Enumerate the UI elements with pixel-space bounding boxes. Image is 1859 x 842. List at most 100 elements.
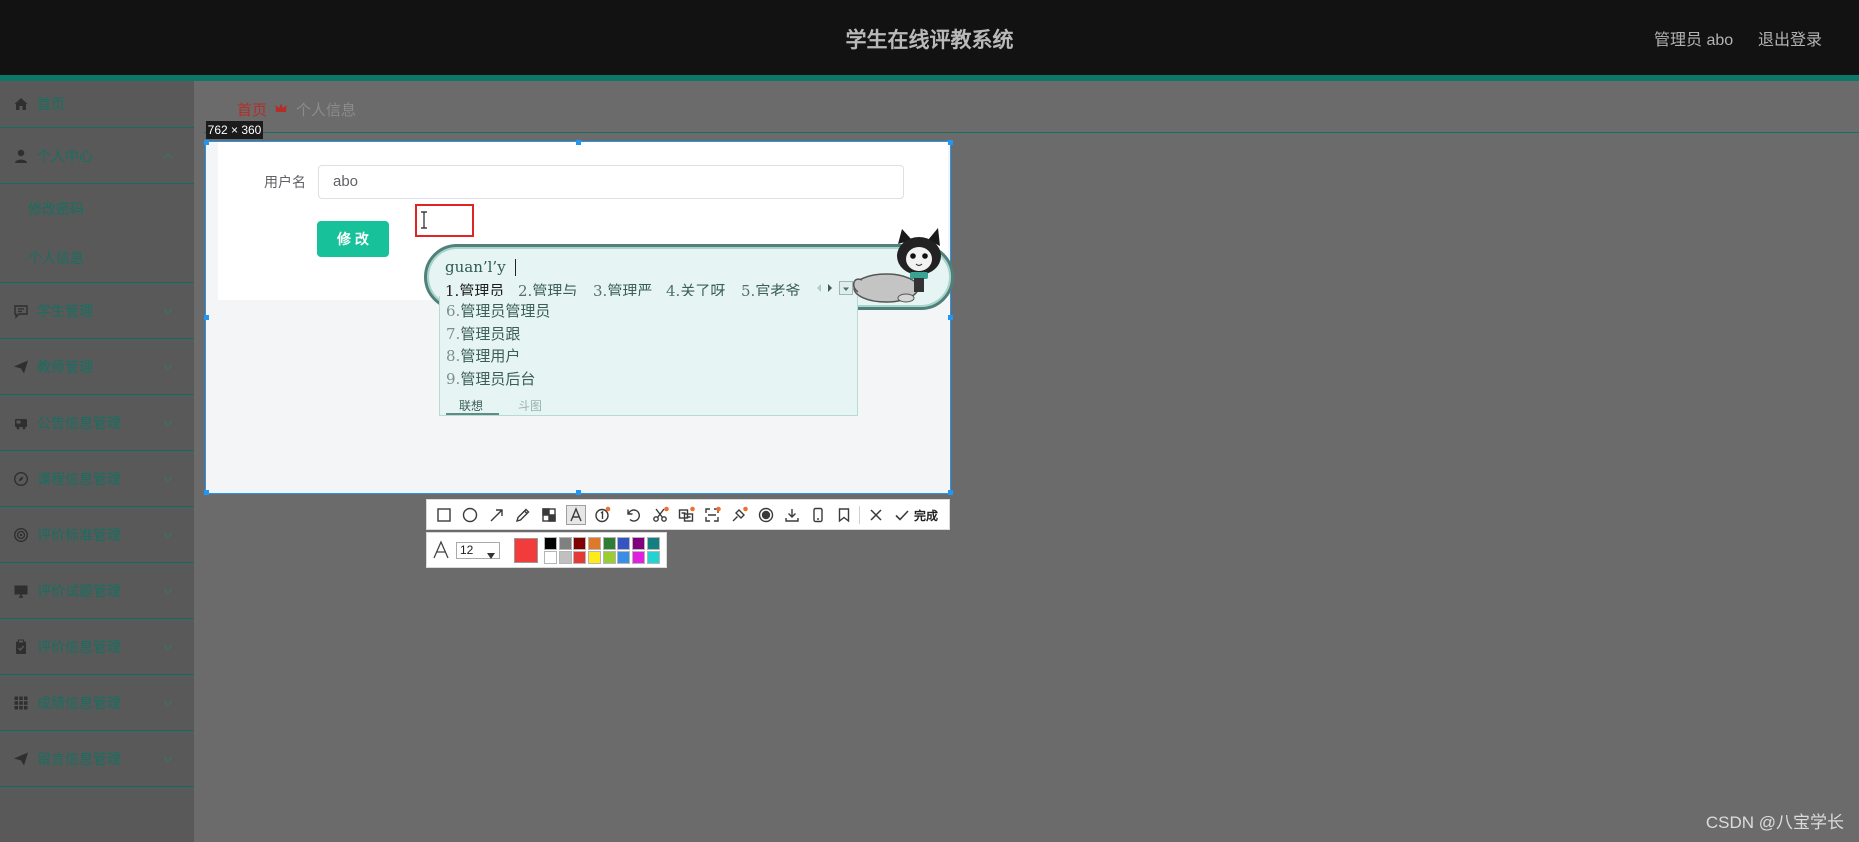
- color-swatch[interactable]: [646, 551, 660, 564]
- font-size-value: 12: [460, 543, 474, 557]
- submit-button[interactable]: 修 改: [317, 221, 389, 257]
- sidebar-item-label: 公告信息管理: [37, 414, 121, 431]
- arrow-icon[interactable]: [488, 506, 506, 524]
- done-button-label[interactable]: 完成: [914, 507, 938, 524]
- font-size-select[interactable]: 12: [456, 542, 500, 559]
- color-swatch[interactable]: [573, 551, 587, 564]
- prev-page-icon[interactable]: [814, 281, 824, 295]
- color-swatch[interactable]: [558, 551, 572, 564]
- sidebar-item-label: 教师管理: [37, 358, 93, 375]
- sidebar: 首页 个人中心 修改密码 个人信息 学生管理 教师管理 公告信息管理 课程信息管…: [0, 81, 194, 842]
- sidebar-item-courses[interactable]: 课程信息管理: [0, 451, 194, 507]
- color-swatch[interactable]: [573, 537, 587, 550]
- phone-icon[interactable]: [809, 506, 827, 524]
- active-tab-indicator: [446, 413, 499, 415]
- pin-icon[interactable]: [730, 506, 748, 524]
- record-icon[interactable]: [757, 506, 775, 524]
- ime-candidate[interactable]: 9.管理员后台: [440, 368, 857, 391]
- color-swatch[interactable]: [588, 551, 602, 564]
- chevron-down-icon: [162, 305, 174, 317]
- candidate-text: 管理员跟: [460, 325, 521, 343]
- ime-candidate[interactable]: 7.管理员跟: [440, 323, 857, 346]
- resize-handle[interactable]: [948, 490, 953, 495]
- resize-handle[interactable]: [576, 490, 581, 495]
- scan-icon[interactable]: [703, 506, 721, 524]
- ime-candidate[interactable]: 8.管理用户: [440, 345, 857, 368]
- number-icon[interactable]: [593, 506, 611, 524]
- personal-center-submenu: 修改密码 个人信息: [0, 184, 194, 283]
- logout-link[interactable]: 退出登录: [1758, 26, 1822, 50]
- ellipse-icon[interactable]: [461, 506, 479, 524]
- resize-handle[interactable]: [204, 140, 209, 145]
- download-icon[interactable]: [783, 506, 801, 524]
- tab-meme[interactable]: 斗图: [518, 397, 542, 414]
- color-swatch[interactable]: [602, 537, 616, 550]
- home-icon: [13, 96, 29, 112]
- username-input[interactable]: abo: [318, 165, 904, 199]
- breadcrumb-home-link[interactable]: 首页: [237, 99, 267, 120]
- paper-plane-icon: [13, 359, 29, 375]
- sidebar-subitem-label: 修改密码: [28, 200, 84, 217]
- close-icon[interactable]: [867, 506, 885, 524]
- color-swatch[interactable]: [558, 537, 572, 550]
- color-swatch[interactable]: [617, 537, 631, 550]
- font-icon: [432, 539, 450, 561]
- candidate-number: 8.: [446, 347, 461, 365]
- undo-icon[interactable]: [624, 506, 642, 524]
- confirm-icon[interactable]: [893, 506, 911, 524]
- sidebar-subitem-profile[interactable]: 个人信息: [0, 233, 194, 282]
- color-swatch[interactable]: [588, 537, 602, 550]
- sidebar-item-personal-center[interactable]: 个人中心: [0, 128, 194, 184]
- sidebar-item-messages[interactable]: 留言信息管理: [0, 731, 194, 787]
- current-color-swatch[interactable]: [514, 538, 538, 563]
- sidebar-item-evaluation-questions[interactable]: 评价试题管理: [0, 563, 194, 619]
- text-icon[interactable]: [566, 505, 586, 525]
- candidate-number: 7.: [446, 324, 461, 343]
- color-swatch[interactable]: [602, 551, 616, 564]
- chevron-up-icon: [162, 150, 174, 162]
- monitor-icon: [13, 583, 29, 599]
- next-page-icon[interactable]: [825, 281, 835, 295]
- pen-icon[interactable]: [514, 506, 532, 524]
- resize-handle[interactable]: [948, 315, 953, 320]
- grid-icon: [13, 695, 29, 711]
- sidebar-subitem-change-password[interactable]: 修改密码: [0, 184, 194, 233]
- chevron-down-icon: [162, 529, 174, 541]
- sidebar-item-announcements[interactable]: 公告信息管理: [0, 395, 194, 451]
- color-swatch[interactable]: [617, 551, 631, 564]
- header-accent-stripe: [0, 75, 1859, 81]
- sidebar-item-grades[interactable]: 成绩信息管理: [0, 675, 194, 731]
- cut-icon[interactable]: [651, 506, 669, 524]
- sidebar-item-home[interactable]: 首页: [0, 81, 194, 128]
- candidate-text: 管理员后台: [460, 370, 536, 388]
- mosaic-icon[interactable]: [540, 506, 558, 524]
- resize-handle[interactable]: [576, 140, 581, 145]
- ime-candidate[interactable]: 6.管理员管理员: [440, 300, 857, 323]
- resize-handle[interactable]: [948, 140, 953, 145]
- color-swatch[interactable]: [646, 537, 660, 550]
- sidebar-item-students[interactable]: 学生管理: [0, 283, 194, 339]
- capture-toolbar: 完成: [426, 499, 950, 530]
- color-swatch[interactable]: [544, 537, 557, 550]
- sidebar-item-label: 评价信息管理: [37, 638, 121, 655]
- rectangle-icon[interactable]: [435, 506, 453, 524]
- resize-handle[interactable]: [204, 315, 209, 320]
- color-swatch[interactable]: [544, 551, 557, 564]
- breadcrumb-divider: [204, 132, 1859, 133]
- ime-caret: [515, 259, 516, 276]
- ocr-icon[interactable]: [677, 506, 695, 524]
- message-icon: [13, 303, 29, 319]
- sidebar-item-evaluation-standards[interactable]: 评价标准管理: [0, 507, 194, 563]
- clipboard-icon: [13, 639, 29, 655]
- sidebar-item-evaluation-info[interactable]: 评价信息管理: [0, 619, 194, 675]
- color-swatch[interactable]: [632, 537, 646, 550]
- tab-association[interactable]: 联想: [459, 397, 483, 414]
- sidebar-item-teachers[interactable]: 教师管理: [0, 339, 194, 395]
- text-style-toolbar: 12: [426, 532, 667, 568]
- bookmark-icon[interactable]: [835, 506, 853, 524]
- sidebar-item-label: 学生管理: [37, 302, 93, 319]
- sidebar-item-label: 留言信息管理: [37, 750, 121, 767]
- chevron-down-icon: [162, 641, 174, 653]
- color-swatch[interactable]: [632, 551, 646, 564]
- resize-handle[interactable]: [204, 490, 209, 495]
